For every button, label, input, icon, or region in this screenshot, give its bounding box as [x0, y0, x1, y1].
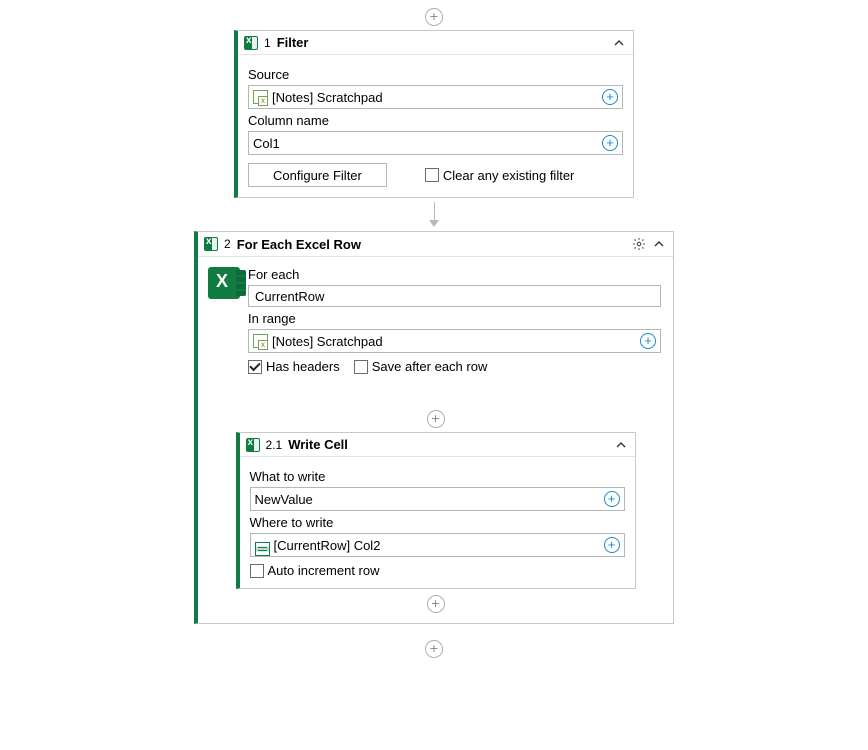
in-range-value: [Notes] Scratchpad	[272, 334, 636, 349]
in-range-expression-button[interactable]: +	[640, 333, 656, 349]
source-value: [Notes] Scratchpad	[272, 90, 598, 105]
what-to-write-input[interactable]: NewValue +	[250, 487, 625, 511]
source-expression-button[interactable]: +	[602, 89, 618, 105]
collapse-icon[interactable]	[653, 238, 665, 250]
what-to-write-value: NewValue	[255, 492, 600, 507]
source-input[interactable]: [Notes] Scratchpad +	[248, 85, 623, 109]
current-row-icon	[255, 542, 270, 556]
clear-existing-filter-label: Clear any existing filter	[443, 168, 575, 183]
connector-line	[434, 202, 435, 220]
foreach-header[interactable]: 2 For Each Excel Row	[198, 232, 673, 257]
has-headers-label: Has headers	[266, 359, 340, 374]
activity-write-cell-card: 2.1 Write Cell What to write NewValue + …	[236, 432, 636, 589]
save-after-each-row-checkbox[interactable]	[354, 360, 368, 374]
where-to-write-value: [CurrentRow] Col2	[274, 538, 600, 553]
what-to-write-label: What to write	[250, 469, 625, 484]
excel-icon	[246, 438, 260, 452]
filter-index: 1	[264, 36, 271, 50]
filter-title: Filter	[277, 35, 309, 50]
add-activity-after-writecell[interactable]: +	[427, 595, 445, 613]
activity-filter-card: 1 Filter Source [Notes] Scratchpad + Col…	[234, 30, 634, 198]
excel-icon	[204, 237, 218, 251]
filter-header[interactable]: 1 Filter	[238, 31, 633, 55]
column-name-input[interactable]: Col1 +	[248, 131, 623, 155]
foreach-title: For Each Excel Row	[237, 237, 361, 252]
connector-arrow	[429, 220, 439, 227]
activity-foreach-card: 2 For Each Excel Row For each CurrentRow	[194, 231, 674, 624]
writecell-header[interactable]: 2.1 Write Cell	[240, 433, 635, 457]
where-expression-button[interactable]: +	[604, 537, 620, 553]
collapse-icon[interactable]	[613, 37, 625, 49]
collapse-icon[interactable]	[615, 439, 627, 451]
excel-app-icon	[208, 267, 240, 299]
for-each-input[interactable]: CurrentRow	[248, 285, 661, 307]
add-activity-before-filter[interactable]: +	[425, 8, 443, 26]
clear-existing-filter-checkbox[interactable]	[425, 168, 439, 182]
has-headers-checkbox[interactable]	[248, 360, 262, 374]
where-to-write-label: Where to write	[250, 515, 625, 530]
excel-icon	[244, 36, 258, 50]
in-range-label: In range	[248, 311, 661, 326]
column-name-value: Col1	[253, 136, 598, 151]
auto-increment-row-checkbox[interactable]	[250, 564, 264, 578]
in-range-input[interactable]: [Notes] Scratchpad +	[248, 329, 661, 353]
for-each-value: CurrentRow	[255, 289, 324, 304]
notes-range-icon	[253, 90, 268, 104]
save-after-each-row-label: Save after each row	[372, 359, 488, 374]
auto-increment-row-label: Auto increment row	[268, 563, 380, 578]
source-label: Source	[248, 67, 623, 82]
add-activity-before-writecell[interactable]: +	[427, 410, 445, 428]
add-activity-after-foreach[interactable]: +	[425, 640, 443, 658]
foreach-index: 2	[224, 237, 231, 251]
what-expression-button[interactable]: +	[604, 491, 620, 507]
column-expression-button[interactable]: +	[602, 135, 618, 151]
configure-filter-button[interactable]: Configure Filter	[248, 163, 387, 187]
notes-range-icon	[253, 334, 268, 348]
column-name-label: Column name	[248, 113, 623, 128]
where-to-write-input[interactable]: [CurrentRow] Col2 +	[250, 533, 625, 557]
writecell-title: Write Cell	[288, 437, 348, 452]
for-each-label: For each	[248, 267, 661, 282]
gear-icon[interactable]	[631, 236, 647, 252]
writecell-index: 2.1	[266, 438, 283, 452]
